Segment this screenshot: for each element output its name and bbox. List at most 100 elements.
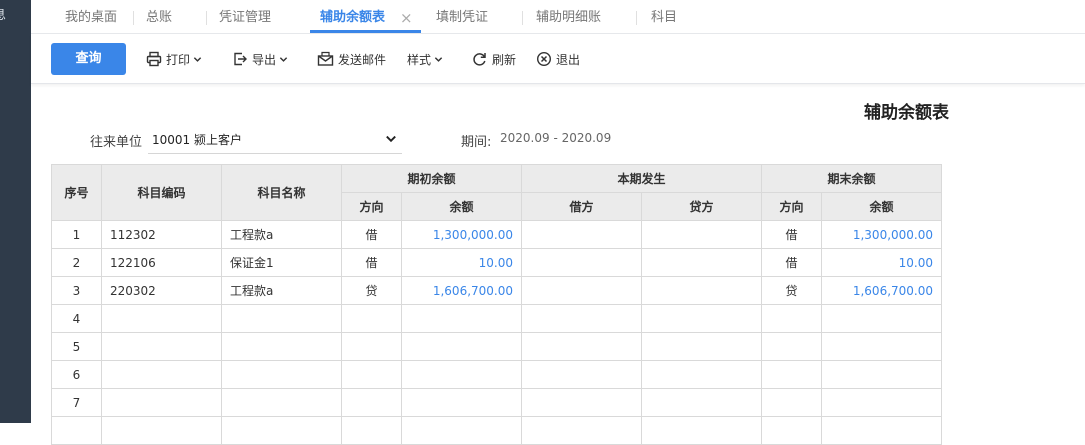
- tab-general-ledger[interactable]: 总账: [146, 0, 172, 34]
- cell-closing-direction: 贷: [761, 276, 822, 305]
- printer-icon: [146, 51, 162, 67]
- header-row: 序号 科目编码 科目名称 期初余额 本期发生 期末余额: [51, 164, 942, 221]
- exit-label: 退出: [556, 52, 581, 67]
- chevron-down-icon: [279, 56, 288, 62]
- table-row[interactable]: 2 122106 保证金1 借 10.00 借 10.00: [51, 248, 942, 277]
- exit-button[interactable]: 退出: [536, 34, 580, 84]
- chevron-down-icon[interactable]: [385, 133, 397, 145]
- cell-closing-direction: [761, 416, 822, 445]
- cell-opening-direction: [341, 332, 402, 361]
- cell-account-code: 122106: [101, 248, 222, 277]
- table-body: 1 112302 工程款a 借 1,300,000.00 借 1,300,000.00 2 12…: [51, 220, 942, 445]
- send-email-label: 发送邮件: [338, 52, 387, 67]
- header-credit: 贷方: [641, 192, 762, 221]
- left-sidebar: 息: [0, 0, 31, 423]
- report-title: 辅助余额表: [864, 103, 949, 123]
- cell-account-code: [101, 416, 222, 445]
- cell-credit: [641, 360, 762, 389]
- cell-seq: 3: [51, 276, 102, 305]
- header-closing-balance: 期末余额: [761, 164, 942, 193]
- table-row[interactable]: 5: [51, 332, 942, 361]
- cell-opening-direction: 借: [341, 248, 402, 277]
- tab-accounts[interactable]: 科目: [651, 0, 677, 34]
- cell-credit: [641, 220, 762, 249]
- table-row[interactable]: [51, 416, 942, 445]
- table-row[interactable]: 1 112302 工程款a 借 1,300,000.00 借 1,300,000.00: [51, 220, 942, 249]
- cell-seq: 2: [51, 248, 102, 277]
- toolbar: 查询 打印 导出 发送邮件 样式 刷新 退出: [31, 34, 1085, 84]
- cell-debit: [521, 304, 642, 333]
- cell-opening-balance: [401, 388, 522, 417]
- cell-credit: [641, 276, 762, 305]
- balance-table: 序号 科目编码 科目名称 期初余额 本期发生 期末余额 方向 余额 借方 贷方 …: [51, 164, 942, 445]
- period-value: 2020.09 - 2020.09: [500, 131, 612, 145]
- tab-separator: [206, 11, 207, 25]
- tab-aux-balance[interactable]: 辅助余额表: [320, 0, 385, 34]
- cell-closing-direction: [761, 360, 822, 389]
- cell-credit: [641, 304, 762, 333]
- cell-debit: [521, 360, 642, 389]
- unit-select-value[interactable]: 10001 颍上客户: [152, 131, 242, 148]
- mail-icon: [317, 51, 334, 66]
- cell-account-code: [101, 332, 222, 361]
- refresh-label: 刷新: [492, 52, 517, 67]
- tab-bar: 我的桌面 总账 凭证管理 辅助余额表 × 填制凭证 辅助明细账 科目: [31, 0, 1085, 34]
- header-opening-amount: 余额: [401, 192, 522, 221]
- cell-account-name: 保证金1: [221, 248, 342, 277]
- cell-opening-direction: [341, 416, 402, 445]
- cell-credit: [641, 416, 762, 445]
- unit-label: 往来单位: [90, 135, 143, 150]
- style-button[interactable]: 样式: [407, 34, 443, 84]
- cell-debit: [521, 416, 642, 445]
- cell-account-name: [221, 388, 342, 417]
- style-label: 样式: [407, 52, 432, 67]
- cell-opening-direction: 贷: [341, 276, 402, 305]
- cell-closing-balance: [821, 332, 942, 361]
- cell-account-name: [221, 360, 342, 389]
- send-email-button[interactable]: 发送邮件: [317, 34, 386, 84]
- export-button[interactable]: 导出: [232, 34, 288, 84]
- query-button[interactable]: 查询: [51, 43, 126, 75]
- tab-separator: [133, 11, 134, 25]
- cell-opening-balance: 1,300,000.00: [401, 220, 522, 249]
- table-row[interactable]: 4: [51, 304, 942, 333]
- unit-select-underline: [148, 153, 402, 154]
- cell-credit: [641, 388, 762, 417]
- cell-seq: 6: [51, 360, 102, 389]
- header-opening-balance: 期初余额: [341, 164, 522, 193]
- cell-closing-balance: 1,606,700.00: [821, 276, 942, 305]
- tab-voucher-management[interactable]: 凭证管理: [219, 0, 271, 34]
- refresh-button[interactable]: 刷新: [471, 34, 516, 84]
- tab-my-desktop[interactable]: 我的桌面: [65, 0, 117, 34]
- cell-seq: 4: [51, 304, 102, 333]
- tab-separator: [636, 11, 637, 25]
- cell-account-name: [221, 304, 342, 333]
- cell-closing-direction: [761, 304, 822, 333]
- cell-opening-balance: [401, 332, 522, 361]
- tab-close-icon[interactable]: ×: [400, 0, 413, 34]
- cell-closing-direction: 借: [761, 248, 822, 277]
- cell-account-name: [221, 332, 342, 361]
- cell-debit: [521, 276, 642, 305]
- export-label: 导出: [252, 52, 277, 67]
- cell-opening-direction: [341, 304, 402, 333]
- cell-opening-balance: [401, 416, 522, 445]
- table-row[interactable]: 3 220302 工程款a 贷 1,606,700.00 贷 1,606,700.00: [51, 276, 942, 305]
- cell-closing-balance: [821, 416, 942, 445]
- print-button[interactable]: 打印: [146, 34, 202, 84]
- export-icon: [234, 52, 247, 66]
- tab-fill-voucher[interactable]: 填制凭证: [436, 0, 488, 34]
- cell-opening-balance: [401, 304, 522, 333]
- cell-credit: [641, 332, 762, 361]
- cell-account-name: [221, 416, 342, 445]
- cell-closing-direction: 借: [761, 220, 822, 249]
- header-account-name: 科目名称: [221, 164, 342, 221]
- period-label: 期间:: [461, 135, 492, 150]
- cell-debit: [521, 332, 642, 361]
- table-row[interactable]: 6: [51, 360, 942, 389]
- table-row[interactable]: 7: [51, 388, 942, 417]
- close-circle-icon: [536, 51, 552, 67]
- cell-closing-balance: [821, 360, 942, 389]
- cell-debit: [521, 388, 642, 417]
- tab-aux-detail[interactable]: 辅助明细账: [536, 0, 601, 34]
